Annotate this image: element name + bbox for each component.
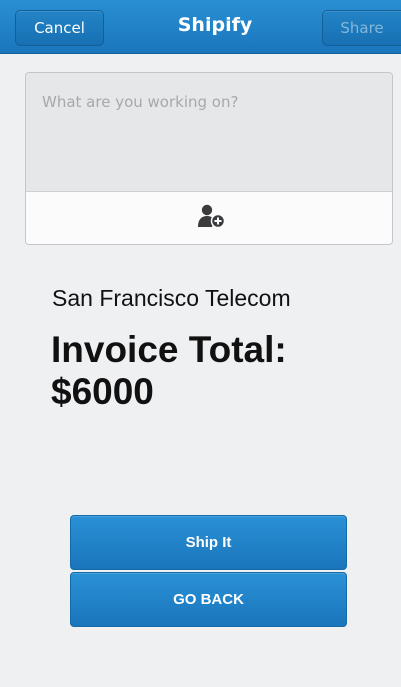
company-name: San Francisco Telecom [52,285,291,311]
compose-box [25,72,393,245]
app-title: Shipify [177,14,253,36]
status-input[interactable] [26,73,392,191]
compose-footer [26,191,392,244]
share-button[interactable]: Share [322,10,401,46]
invoice-total: Invoice Total: $6000 [51,329,381,413]
invoice-total-value: $6000 [51,371,154,412]
go-back-button[interactable]: GO BACK [70,572,347,627]
cancel-button[interactable]: Cancel [15,10,104,46]
invoice-total-label: Invoice Total: [51,329,287,370]
add-person-icon[interactable] [198,204,226,228]
nav-bar: Cancel Shipify Share [0,0,401,54]
ship-it-button[interactable]: Ship It [70,515,347,570]
